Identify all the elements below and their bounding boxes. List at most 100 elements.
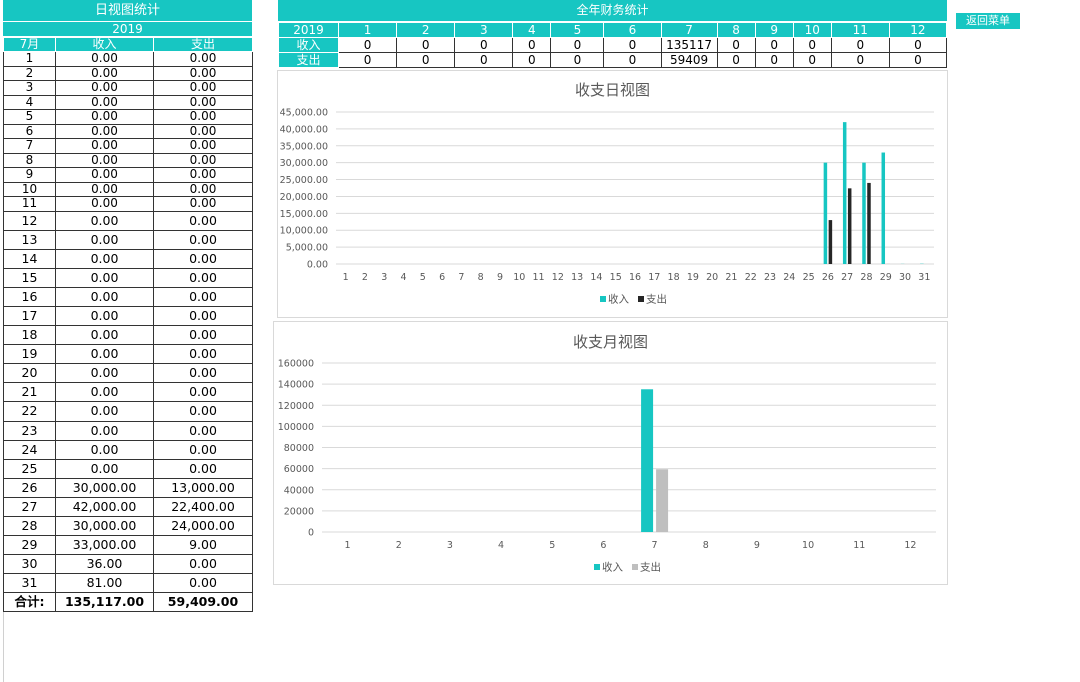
expense-cell[interactable]: 0.00 (153, 229, 253, 250)
day-cell[interactable]: 7 (3, 138, 56, 154)
income-cell[interactable]: 0.00 (55, 210, 154, 231)
annual-income-cell-6[interactable]: 0 (603, 37, 662, 53)
annual-expense-cell-11[interactable]: 0 (830, 52, 890, 68)
annual-expense-cell-1[interactable]: 0 (338, 52, 398, 68)
bar-income-27[interactable] (842, 122, 847, 264)
expense-cell[interactable]: 0.00 (153, 554, 253, 575)
annual-expense-cell-4[interactable]: 0 (512, 52, 552, 68)
day-cell[interactable]: 31 (3, 573, 56, 594)
income-cell[interactable]: 0.00 (55, 51, 154, 67)
expense-cell[interactable]: 0.00 (153, 325, 253, 346)
annual-month-header-6[interactable]: 6 (603, 22, 662, 38)
expense-cell[interactable]: 0.00 (153, 65, 253, 81)
bar-expense-7[interactable] (656, 469, 669, 532)
annual-income-cell-8[interactable]: 0 (716, 37, 756, 53)
expense-cell[interactable]: 0.00 (153, 458, 253, 479)
income-cell[interactable]: 0.00 (55, 229, 154, 250)
bar-income-28[interactable] (862, 162, 866, 264)
income-cell[interactable]: 0.00 (55, 167, 154, 183)
expense-cell[interactable]: 0.00 (153, 80, 253, 96)
annual-expense-cell-12[interactable]: 0 (888, 52, 948, 68)
expense-cell[interactable]: 0.00 (153, 382, 253, 403)
annual-month-header-4[interactable]: 4 (512, 22, 552, 38)
expense-cell[interactable]: 0.00 (153, 344, 253, 365)
income-cell[interactable]: 0.00 (55, 305, 154, 327)
day-cell[interactable]: 23 (3, 420, 56, 441)
income-cell[interactable]: 0.00 (55, 363, 154, 384)
day-cell[interactable]: 3 (3, 80, 56, 96)
day-cell[interactable]: 15 (3, 267, 56, 288)
expense-cell[interactable]: 24,000.00 (153, 515, 253, 537)
expense-cell[interactable]: 0.00 (153, 286, 253, 307)
annual-income-cell-10[interactable]: 0 (792, 37, 832, 53)
day-cell[interactable]: 14 (3, 248, 56, 269)
annual-expense-cell-9[interactable]: 0 (754, 52, 794, 68)
expense-cell[interactable]: 0.00 (153, 109, 253, 125)
income-cell[interactable]: 0.00 (55, 420, 154, 441)
expense-cell[interactable]: 0.00 (153, 123, 253, 139)
day-cell[interactable]: 20 (3, 363, 56, 384)
bar-expense-27[interactable] (847, 188, 852, 264)
expense-cell[interactable]: 0.00 (153, 181, 253, 197)
income-cell[interactable]: 81.00 (55, 573, 154, 594)
income-cell[interactable]: 0.00 (55, 123, 154, 139)
expense-cell[interactable]: 0.00 (153, 573, 253, 594)
day-cell[interactable]: 10 (3, 181, 56, 197)
annual-income-cell-12[interactable]: 0 (888, 37, 948, 53)
annual-expense-cell-10[interactable]: 0 (792, 52, 832, 68)
annual-income-label[interactable]: 收入 (277, 37, 340, 53)
expense-cell[interactable]: 0.00 (153, 94, 253, 110)
day-cell[interactable]: 5 (3, 109, 56, 125)
annual-income-cell-5[interactable]: 0 (550, 37, 605, 53)
total-label[interactable]: 合计: (3, 592, 56, 613)
expense-cell[interactable]: 0.00 (153, 420, 253, 441)
income-column-header[interactable]: 收入 (55, 37, 154, 52)
income-cell[interactable]: 33,000.00 (55, 535, 154, 556)
annual-income-cell-2[interactable]: 0 (396, 37, 456, 53)
monthly-chart-panel[interactable]: 收支月视图 0 20000 40000 60000 80000 100000 120000 1… (273, 321, 948, 585)
income-cell[interactable]: 0.00 (55, 401, 154, 422)
annual-month-header-9[interactable]: 9 (754, 22, 794, 38)
income-cell[interactable]: 0.00 (55, 65, 154, 81)
annual-expense-cell-5[interactable]: 0 (550, 52, 605, 68)
expense-cell[interactable]: 0.00 (153, 305, 253, 327)
expense-cell[interactable]: 22,400.00 (153, 496, 253, 518)
day-cell[interactable]: 4 (3, 94, 56, 110)
expense-column-header[interactable]: 支出 (153, 37, 253, 52)
expense-cell[interactable]: 0.00 (153, 210, 253, 231)
expense-cell[interactable]: 0.00 (153, 401, 253, 422)
expense-cell[interactable]: 0.00 (153, 363, 253, 384)
income-cell[interactable]: 36.00 (55, 554, 154, 575)
expense-cell[interactable]: 0.00 (153, 152, 253, 168)
day-cell[interactable]: 19 (3, 344, 56, 365)
bar-income-26[interactable] (823, 162, 828, 264)
income-cell[interactable]: 42,000.00 (55, 496, 154, 518)
annual-expense-cell-7[interactable]: 59409 (660, 52, 718, 68)
income-cell[interactable]: 0.00 (55, 196, 154, 212)
income-cell[interactable]: 0.00 (55, 248, 154, 269)
annual-expense-cell-2[interactable]: 0 (396, 52, 456, 68)
income-cell[interactable]: 0.00 (55, 439, 154, 460)
day-cell[interactable]: 26 (3, 477, 56, 498)
annual-income-cell-4[interactable]: 0 (512, 37, 552, 53)
income-cell[interactable]: 30,000.00 (55, 477, 154, 498)
income-cell[interactable]: 0.00 (55, 325, 154, 346)
day-cell[interactable]: 12 (3, 210, 56, 231)
day-cell[interactable]: 25 (3, 458, 56, 479)
annual-month-header-7[interactable]: 7 (660, 22, 718, 38)
income-cell[interactable]: 0.00 (55, 138, 154, 154)
day-cell[interactable]: 16 (3, 286, 56, 307)
day-cell[interactable]: 8 (3, 152, 56, 168)
total-income-cell[interactable]: 135,117.00 (55, 592, 154, 613)
day-cell[interactable]: 1 (3, 51, 56, 67)
annual-expense-label[interactable]: 支出 (277, 52, 340, 68)
expense-cell[interactable]: 0.00 (153, 51, 253, 67)
expense-cell[interactable]: 13,000.00 (153, 477, 253, 498)
income-cell[interactable]: 0.00 (55, 344, 154, 365)
day-cell[interactable]: 29 (3, 535, 56, 556)
annual-month-header-12[interactable]: 12 (888, 22, 948, 38)
expense-cell[interactable]: 0.00 (153, 138, 253, 154)
day-cell[interactable]: 11 (3, 196, 56, 212)
annual-income-cell-7[interactable]: 135117 (660, 37, 718, 53)
day-cell[interactable]: 30 (3, 554, 56, 575)
